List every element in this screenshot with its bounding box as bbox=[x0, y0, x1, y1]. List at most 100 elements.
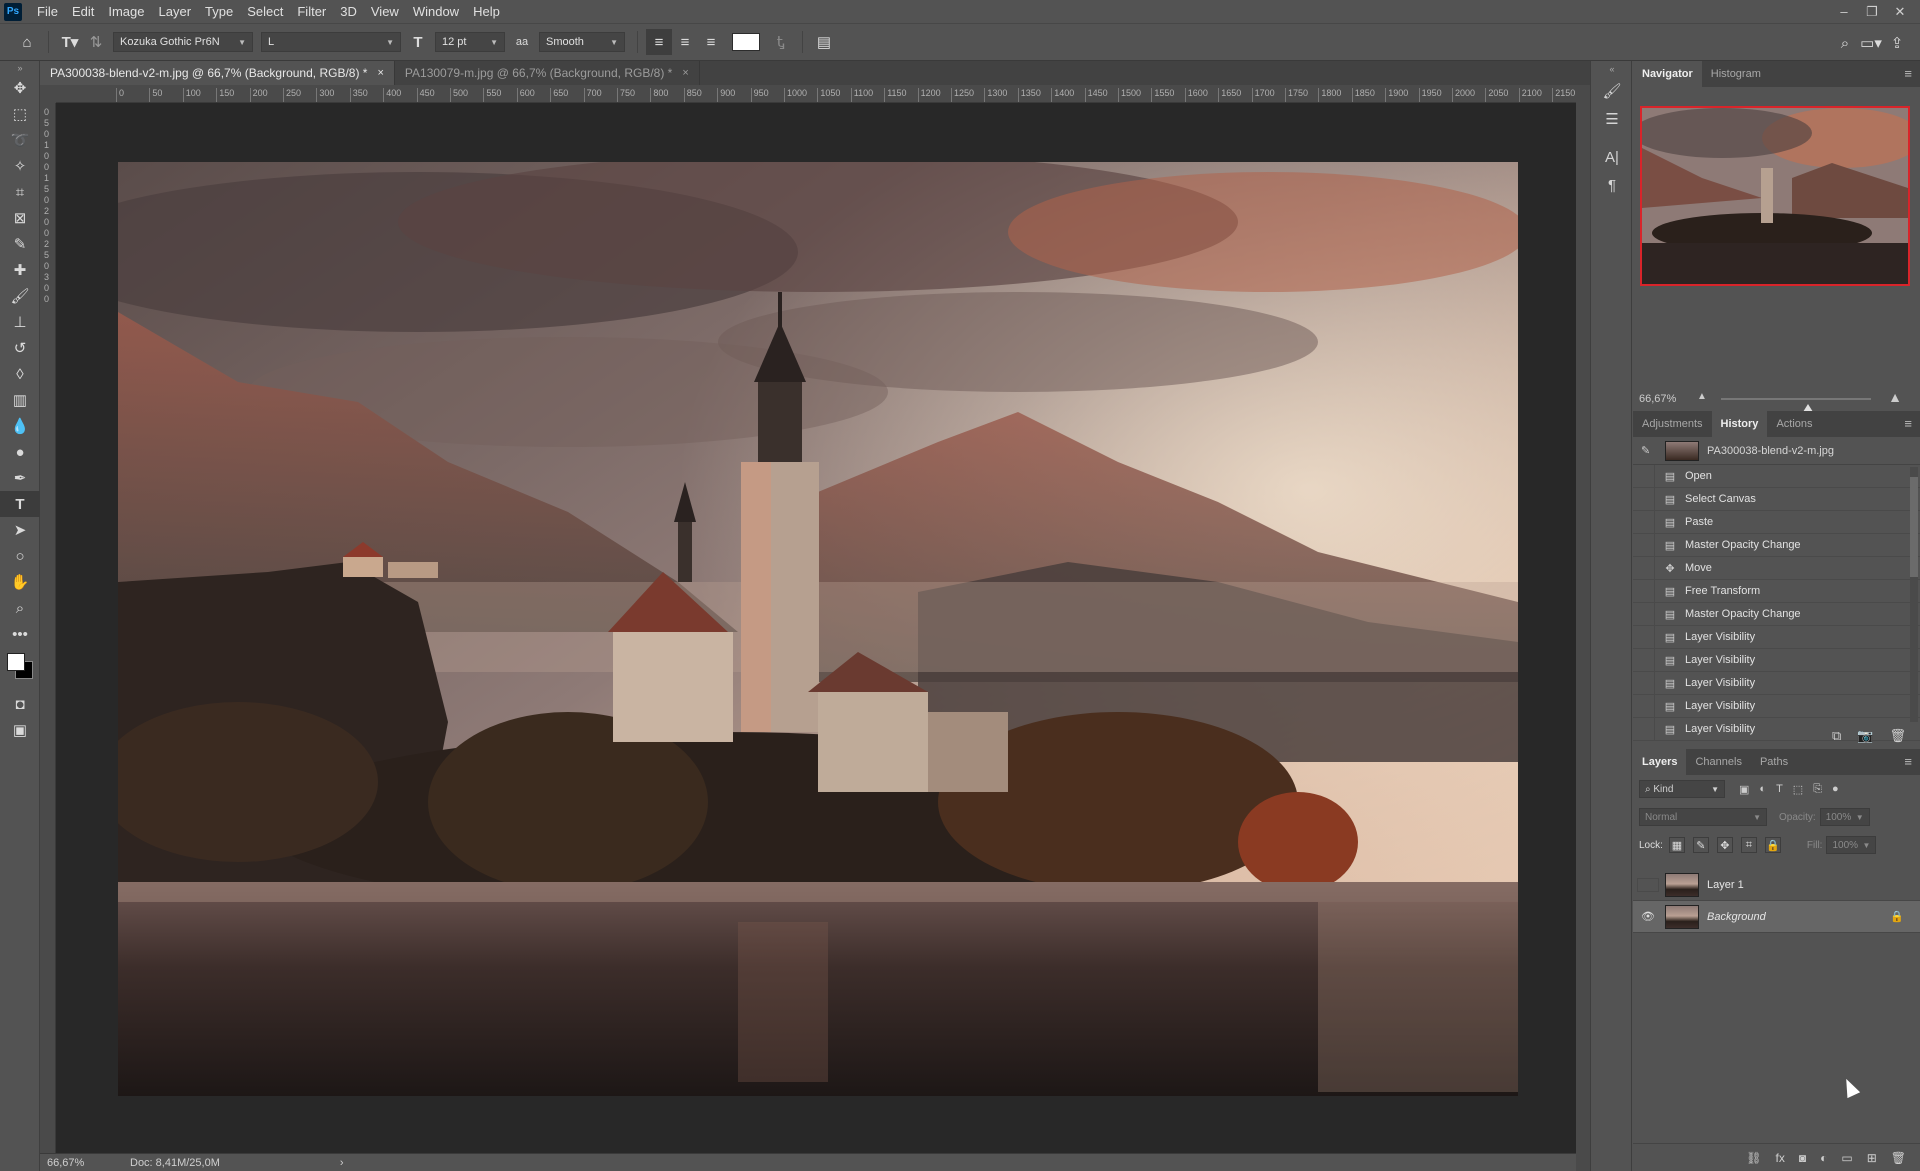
collapse-panels-icon[interactable]: « bbox=[1591, 61, 1633, 77]
filter-toggle-icon[interactable]: ● bbox=[1832, 783, 1839, 796]
type-tool-preset-icon[interactable]: T▾ bbox=[57, 29, 83, 55]
brush-settings-icon[interactable]: 🖌 bbox=[1591, 77, 1633, 105]
share-icon[interactable]: ⇪ bbox=[1884, 30, 1910, 56]
scroll-thumb[interactable] bbox=[1910, 477, 1918, 577]
layer-name[interactable]: Background bbox=[1707, 911, 1890, 923]
screen-mode-icon[interactable]: ▣ bbox=[0, 717, 40, 743]
healing-brush-tool-icon[interactable]: ✚ bbox=[0, 257, 40, 283]
history-brush-source-toggle[interactable] bbox=[1637, 694, 1655, 718]
smart-object-filter-icon[interactable]: ⎘ bbox=[1813, 783, 1822, 796]
toggle-text-orientation-icon[interactable]: ⇅ bbox=[83, 29, 109, 55]
font-family-select[interactable]: Kozuka Gothic Pr6N ▼ bbox=[113, 32, 253, 52]
pixel-filter-icon[interactable]: ▣ bbox=[1739, 783, 1749, 796]
history-brush-source-toggle[interactable] bbox=[1637, 671, 1655, 695]
fx-icon[interactable]: fx bbox=[1776, 1151, 1785, 1165]
add-mask-icon[interactable]: ◙ bbox=[1799, 1151, 1806, 1165]
character-icon[interactable]: A| bbox=[1591, 143, 1633, 171]
font-style-select[interactable]: L ▼ bbox=[261, 32, 401, 52]
move-tool-icon[interactable]: ✥ bbox=[0, 75, 40, 101]
history-state[interactable]: ▤ Master Opacity Change bbox=[1633, 533, 1920, 557]
history-snapshot[interactable]: ✎ PA300038-blend-v2-m.jpg bbox=[1633, 437, 1920, 465]
text-color-swatch[interactable] bbox=[732, 33, 760, 51]
home-icon[interactable]: ⌂ bbox=[14, 29, 40, 55]
paragraph-icon[interactable]: ¶ bbox=[1591, 171, 1633, 199]
magic-wand-tool-icon[interactable]: ✧ bbox=[0, 153, 40, 179]
lock-all-icon[interactable]: 🔒 bbox=[1764, 837, 1781, 853]
tab-document-2[interactable]: PA130079-m.jpg @ 66,7% (Background, RGB/… bbox=[394, 61, 700, 85]
dodge-tool-icon[interactable]: ● bbox=[0, 439, 40, 465]
new-layer-icon[interactable]: ⊞ bbox=[1867, 1151, 1877, 1165]
ruler-origin[interactable] bbox=[40, 85, 56, 103]
properties-icon[interactable]: ☰ bbox=[1591, 105, 1633, 133]
collapse-toolbar-icon[interactable]: » bbox=[0, 61, 40, 75]
visibility-eye-icon[interactable]: 👁 bbox=[1637, 910, 1659, 924]
tab-histogram[interactable]: Histogram bbox=[1702, 61, 1770, 87]
visibility-eye-icon[interactable] bbox=[1637, 877, 1659, 892]
history-state[interactable]: ▤ Layer Visibility bbox=[1633, 625, 1920, 649]
frame-tool-icon[interactable]: ⊠ bbox=[0, 205, 40, 231]
zoom-out-icon[interactable]: ▲ bbox=[1697, 391, 1707, 402]
menu-filter[interactable]: Filter bbox=[290, 0, 333, 23]
camera-icon[interactable]: 📷 bbox=[1857, 728, 1873, 744]
path-selection-tool-icon[interactable]: ➤ bbox=[0, 517, 40, 543]
menu-select[interactable]: Select bbox=[240, 0, 290, 23]
zoom-level[interactable]: 66,67% bbox=[40, 1157, 110, 1169]
type-tool-icon[interactable]: T bbox=[0, 491, 40, 517]
shape-filter-icon[interactable]: ⬚ bbox=[1793, 783, 1803, 796]
new-document-from-state-icon[interactable]: ⧉ bbox=[1832, 728, 1841, 744]
history-brush-source-toggle[interactable] bbox=[1637, 464, 1655, 488]
history-brush-source-toggle[interactable] bbox=[1637, 533, 1655, 557]
zoom-in-icon[interactable]: ▲ bbox=[1888, 389, 1902, 405]
new-group-icon[interactable]: ▭ bbox=[1841, 1151, 1852, 1165]
menu-type[interactable]: Type bbox=[198, 0, 240, 23]
quick-mask-icon[interactable]: ◘ bbox=[0, 691, 40, 717]
trash-icon[interactable]: 🗑 bbox=[1889, 728, 1906, 744]
link-layers-icon[interactable]: ⛓ bbox=[1746, 1151, 1761, 1165]
navigator-zoom-slider[interactable] bbox=[1721, 398, 1871, 412]
opacity-field[interactable]: 100% ▼ bbox=[1819, 808, 1870, 826]
tab-channels[interactable]: Channels bbox=[1686, 749, 1750, 775]
type-filter-icon[interactable]: T bbox=[1776, 783, 1783, 796]
layer-row[interactable]: Layer 1 bbox=[1633, 869, 1920, 901]
vertical-ruler[interactable]: 050100150200250300 bbox=[40, 103, 56, 1156]
clone-stamp-tool-icon[interactable]: ⊥ bbox=[0, 309, 40, 335]
tab-history[interactable]: History bbox=[1711, 411, 1768, 437]
trash-icon[interactable]: 🗑 bbox=[1891, 1151, 1906, 1165]
adjustment-filter-icon[interactable]: ◐ bbox=[1759, 783, 1766, 796]
history-state[interactable]: ▤ Select Canvas bbox=[1633, 487, 1920, 511]
ellipse-tool-icon[interactable]: ○ bbox=[0, 543, 40, 569]
history-brush-source-toggle[interactable] bbox=[1637, 602, 1655, 626]
menu-edit[interactable]: Edit bbox=[65, 0, 101, 23]
status-menu-arrow[interactable]: › bbox=[340, 1157, 344, 1169]
layer-kind-filter[interactable]: ⌕ Kind ▼ bbox=[1639, 780, 1725, 798]
blend-mode-select[interactable]: Normal ▼ bbox=[1639, 808, 1767, 826]
close-button[interactable]: ✕ bbox=[1886, 0, 1914, 23]
more-tools-icon[interactable]: ••• bbox=[0, 621, 40, 647]
panel-menu-icon[interactable]: ≡ bbox=[1904, 411, 1912, 437]
doc-size[interactable]: Doc: 8,41M/25,0M bbox=[110, 1157, 220, 1169]
history-brush-source-toggle[interactable] bbox=[1637, 579, 1655, 603]
foreground-color-swatch[interactable] bbox=[7, 653, 25, 671]
history-scrollbar[interactable] bbox=[1910, 467, 1918, 722]
history-state[interactable]: ✥ Move bbox=[1633, 556, 1920, 580]
tab-document-1[interactable]: PA300038-blend-v2-m.jpg @ 66,7% (Backgro… bbox=[40, 61, 395, 85]
tab-paths[interactable]: Paths bbox=[1751, 749, 1797, 775]
antialias-select[interactable]: Smooth ▼ bbox=[539, 32, 625, 52]
navigator-view-box[interactable] bbox=[1640, 106, 1910, 286]
canvas-area[interactable] bbox=[56, 103, 1576, 1153]
character-panel-icon[interactable]: ▤ bbox=[811, 29, 837, 55]
history-state[interactable]: ▤ Master Opacity Change bbox=[1633, 602, 1920, 626]
history-state[interactable]: ▤ Free Transform bbox=[1633, 579, 1920, 603]
align-center-icon[interactable]: ≡ bbox=[672, 29, 698, 55]
fill-field[interactable]: 100% ▼ bbox=[1826, 836, 1877, 854]
menu-layer[interactable]: Layer bbox=[152, 0, 199, 23]
history-state[interactable]: ▤ Layer Visibility bbox=[1633, 648, 1920, 672]
history-brush-source-toggle[interactable] bbox=[1637, 648, 1655, 672]
layer-name[interactable]: Layer 1 bbox=[1707, 879, 1920, 891]
layer-lock-icon[interactable]: 🔒 bbox=[1890, 910, 1904, 923]
menu-image[interactable]: Image bbox=[101, 0, 151, 23]
lasso-tool-icon[interactable]: ➰ bbox=[0, 127, 40, 153]
font-size-select[interactable]: 12 pt ▼ bbox=[435, 32, 505, 52]
canvas-vertical-scrollbar[interactable] bbox=[1576, 85, 1590, 1171]
history-brush-source-toggle[interactable] bbox=[1637, 556, 1655, 580]
